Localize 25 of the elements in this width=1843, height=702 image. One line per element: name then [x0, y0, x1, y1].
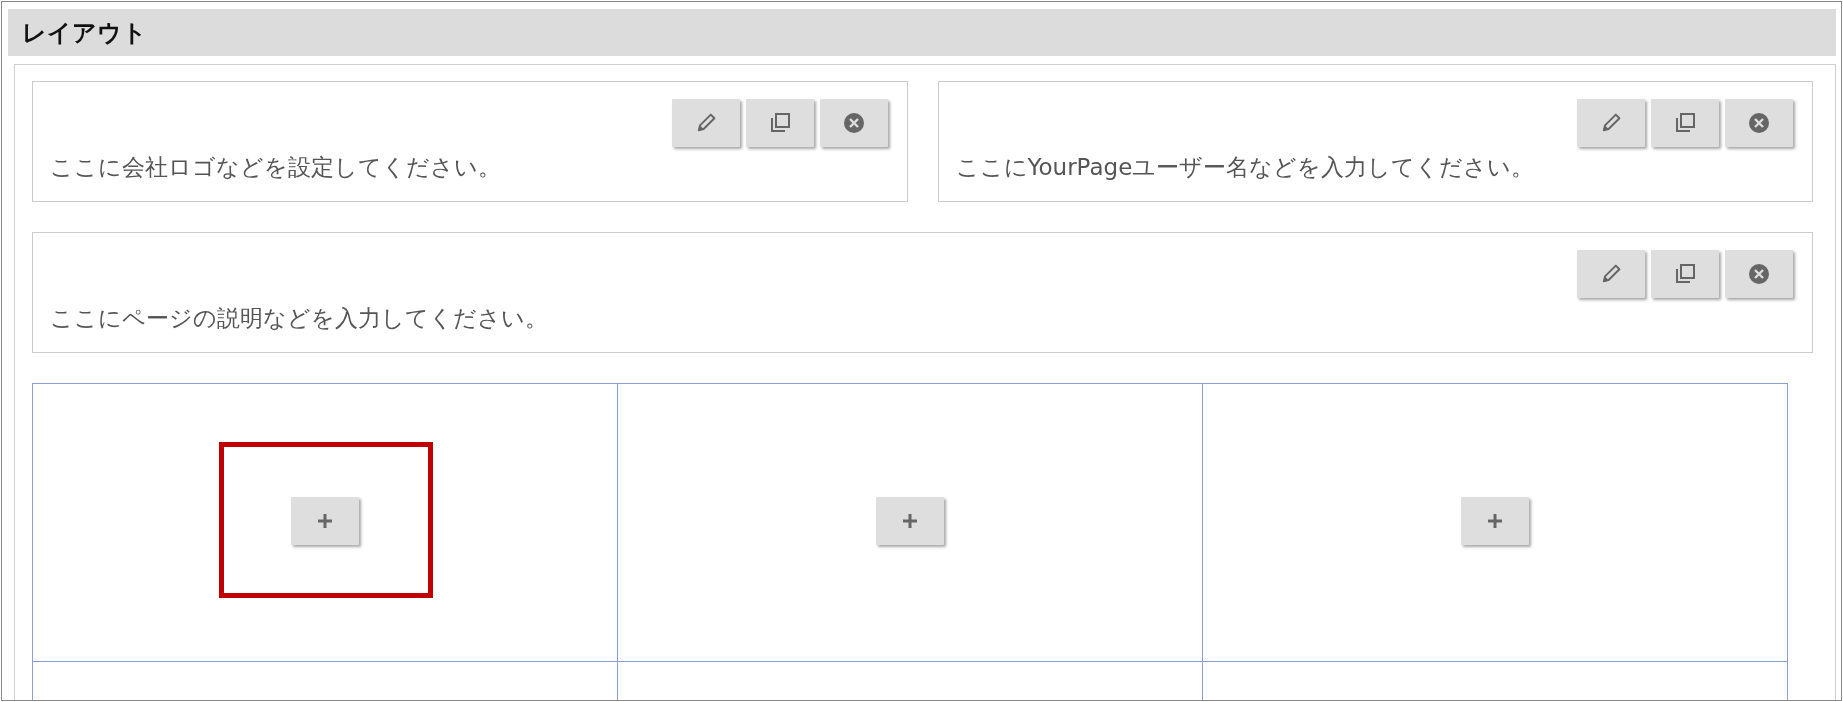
- edit-button[interactable]: [1577, 99, 1645, 147]
- edit-button[interactable]: [1577, 250, 1645, 298]
- delete-button[interactable]: [1725, 99, 1793, 147]
- duplicate-button[interactable]: [745, 99, 814, 147]
- duplicate-icon: [1674, 263, 1696, 285]
- add-button[interactable]: [1461, 496, 1529, 545]
- panel-title: レイアウト: [22, 17, 147, 49]
- card-text: ここに会社ロゴなどを設定してください。: [50, 153, 502, 181]
- duplicate-icon: [1674, 112, 1696, 134]
- plus-icon: [1487, 512, 1503, 529]
- card-text: ここにYourPageユーザー名などを入力してください。: [955, 153, 1536, 181]
- add-button[interactable]: [291, 496, 359, 545]
- plus-icon: [902, 512, 918, 529]
- edit-button[interactable]: [671, 99, 740, 147]
- card-text: ここにページの説明などを入力してください。: [50, 304, 549, 332]
- delete-button[interactable]: [1725, 250, 1793, 298]
- close-icon: [1748, 263, 1770, 285]
- plus-icon: [317, 512, 333, 529]
- duplicate-icon: [768, 112, 791, 134]
- add-button[interactable]: [876, 496, 944, 545]
- close-icon: [842, 112, 865, 134]
- duplicate-button[interactable]: [1651, 99, 1719, 147]
- duplicate-button[interactable]: [1651, 250, 1719, 298]
- delete-button[interactable]: [819, 99, 888, 147]
- close-icon: [1748, 112, 1770, 134]
